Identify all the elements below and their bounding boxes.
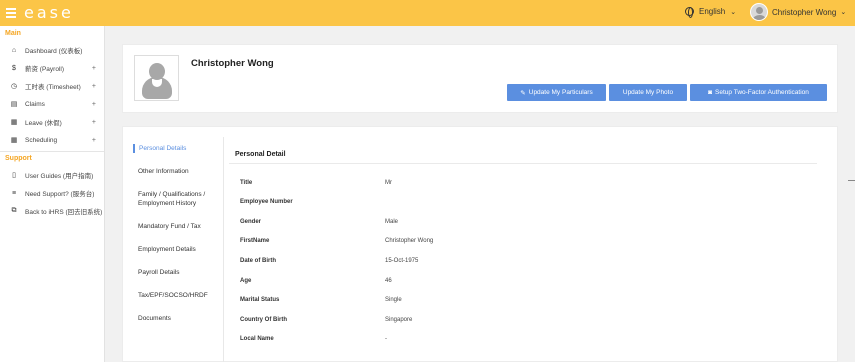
tab-payroll-details[interactable]: Payroll Details: [133, 268, 223, 277]
chevron-down-icon: ⌄: [730, 8, 737, 16]
section-divider: [229, 163, 817, 164]
expand-icon: +: [91, 136, 96, 144]
hamburger-menu-icon[interactable]: [6, 8, 16, 18]
detail-tabs: Personal Details Other Information Famil…: [133, 144, 223, 323]
sidebar-item-payroll[interactable]: $ 薪资 (Payroll) +: [0, 59, 104, 77]
sidebar-item-label: Scheduling: [25, 136, 58, 144]
tab-other-information[interactable]: Other Information: [133, 167, 223, 176]
tab-personal-details[interactable]: Personal Details: [133, 144, 223, 153]
clock-icon: ◷: [10, 83, 18, 90]
sidebar-item-dashboard[interactable]: ⌂ Dashboard (仪表板): [0, 41, 104, 59]
receipt-icon: ▤: [10, 101, 18, 108]
globe-icon: [685, 7, 694, 18]
sidebar-item-need-support[interactable]: ≡ Need Support? (服务台): [0, 184, 104, 202]
sidebar-item-timesheet[interactable]: ◷ 工时表 (Timesheet) +: [0, 77, 104, 95]
sidebar-item-label: Claims: [25, 100, 45, 108]
scrollbar-marker[interactable]: [848, 180, 855, 181]
language-label: English: [699, 7, 726, 16]
expand-icon: +: [91, 100, 96, 108]
dollar-icon: $: [12, 64, 16, 72]
sidebar-item-claims[interactable]: ▤ Claims +: [0, 95, 104, 113]
section-heading: Personal Detail: [235, 151, 286, 158]
tab-documents[interactable]: Documents: [133, 314, 223, 323]
sidebar-item-label: Leave (休假): [25, 120, 62, 127]
language-selector[interactable]: English ⌄: [685, 7, 737, 18]
avatar: [750, 3, 768, 21]
chevron-down-icon: ⌄: [840, 9, 847, 16]
sidebar-item-back-to-ihrs[interactable]: ⧉ Back to iHRS (回去旧系统): [0, 202, 104, 220]
profile-photo: [134, 55, 179, 101]
details-card: Personal Details Other Information Famil…: [122, 126, 838, 362]
external-link-icon: ⧉: [11, 207, 17, 214]
update-particulars-button[interactable]: ✎ Update My Particulars: [507, 84, 606, 101]
sidebar-item-label: 薪资 (Payroll): [25, 66, 65, 73]
sidebar-item-label: Dashboard (仪表板): [25, 48, 83, 55]
expand-icon: +: [91, 82, 96, 90]
sidebar-section-support: Support: [5, 155, 32, 162]
tabs-divider: [223, 137, 224, 362]
edit-icon: ✎: [520, 89, 526, 97]
calendar-icon: ▦: [10, 137, 18, 144]
home-icon: ⌂: [11, 46, 17, 54]
tab-tax-epf[interactable]: Tax/EPF/SOCSO/HRDF: [133, 291, 223, 300]
profile-card: Christopher Wong ✎ Update My Particulars…: [122, 44, 838, 113]
app-logo[interactable]: ease: [24, 3, 74, 22]
menu-icon: ≡: [11, 189, 17, 197]
user-name: Christopher Wong: [772, 7, 837, 17]
sidebar-item-label: Need Support? (服务台): [25, 191, 95, 198]
sidebar-item-user-guides[interactable]: ▯ User Guides (用户指南): [0, 166, 104, 184]
sidebar-section-main: Main: [5, 30, 21, 37]
expand-icon: +: [91, 118, 96, 126]
book-icon: ▯: [12, 172, 16, 179]
user-menu[interactable]: Christopher Wong ⌄: [750, 3, 846, 21]
profile-name: Christopher Wong: [191, 58, 274, 69]
sidebar-item-scheduling[interactable]: ▦ Scheduling +: [0, 131, 104, 149]
two-factor-button[interactable]: ◙ Setup Two-Factor Authentication: [690, 84, 827, 101]
update-photo-button[interactable]: Update My Photo: [609, 84, 687, 101]
calendar-icon: ▦: [10, 119, 18, 126]
camera-icon: ◙: [708, 89, 713, 96]
expand-icon: +: [91, 64, 96, 72]
sidebar-item-leave[interactable]: ▦ Leave (休假) +: [0, 113, 104, 131]
tab-family-qualifications[interactable]: Family / Qualifications / Employment His…: [133, 190, 223, 208]
tab-mandatory-fund[interactable]: Mandatory Fund / Tax: [133, 222, 223, 231]
sidebar-item-label: Back to iHRS (回去旧系统): [25, 209, 103, 216]
top-bar: ease English ⌄ Christopher Wong ⌄: [0, 0, 855, 26]
tab-employment-details[interactable]: Employment Details: [133, 245, 223, 254]
sidebar-item-label: User Guides (用户指南): [25, 173, 94, 180]
sidebar-item-label: 工时表 (Timesheet): [25, 84, 81, 91]
sidebar: Main ⌂ Dashboard (仪表板) $ 薪资 (Payroll) + …: [0, 26, 105, 362]
